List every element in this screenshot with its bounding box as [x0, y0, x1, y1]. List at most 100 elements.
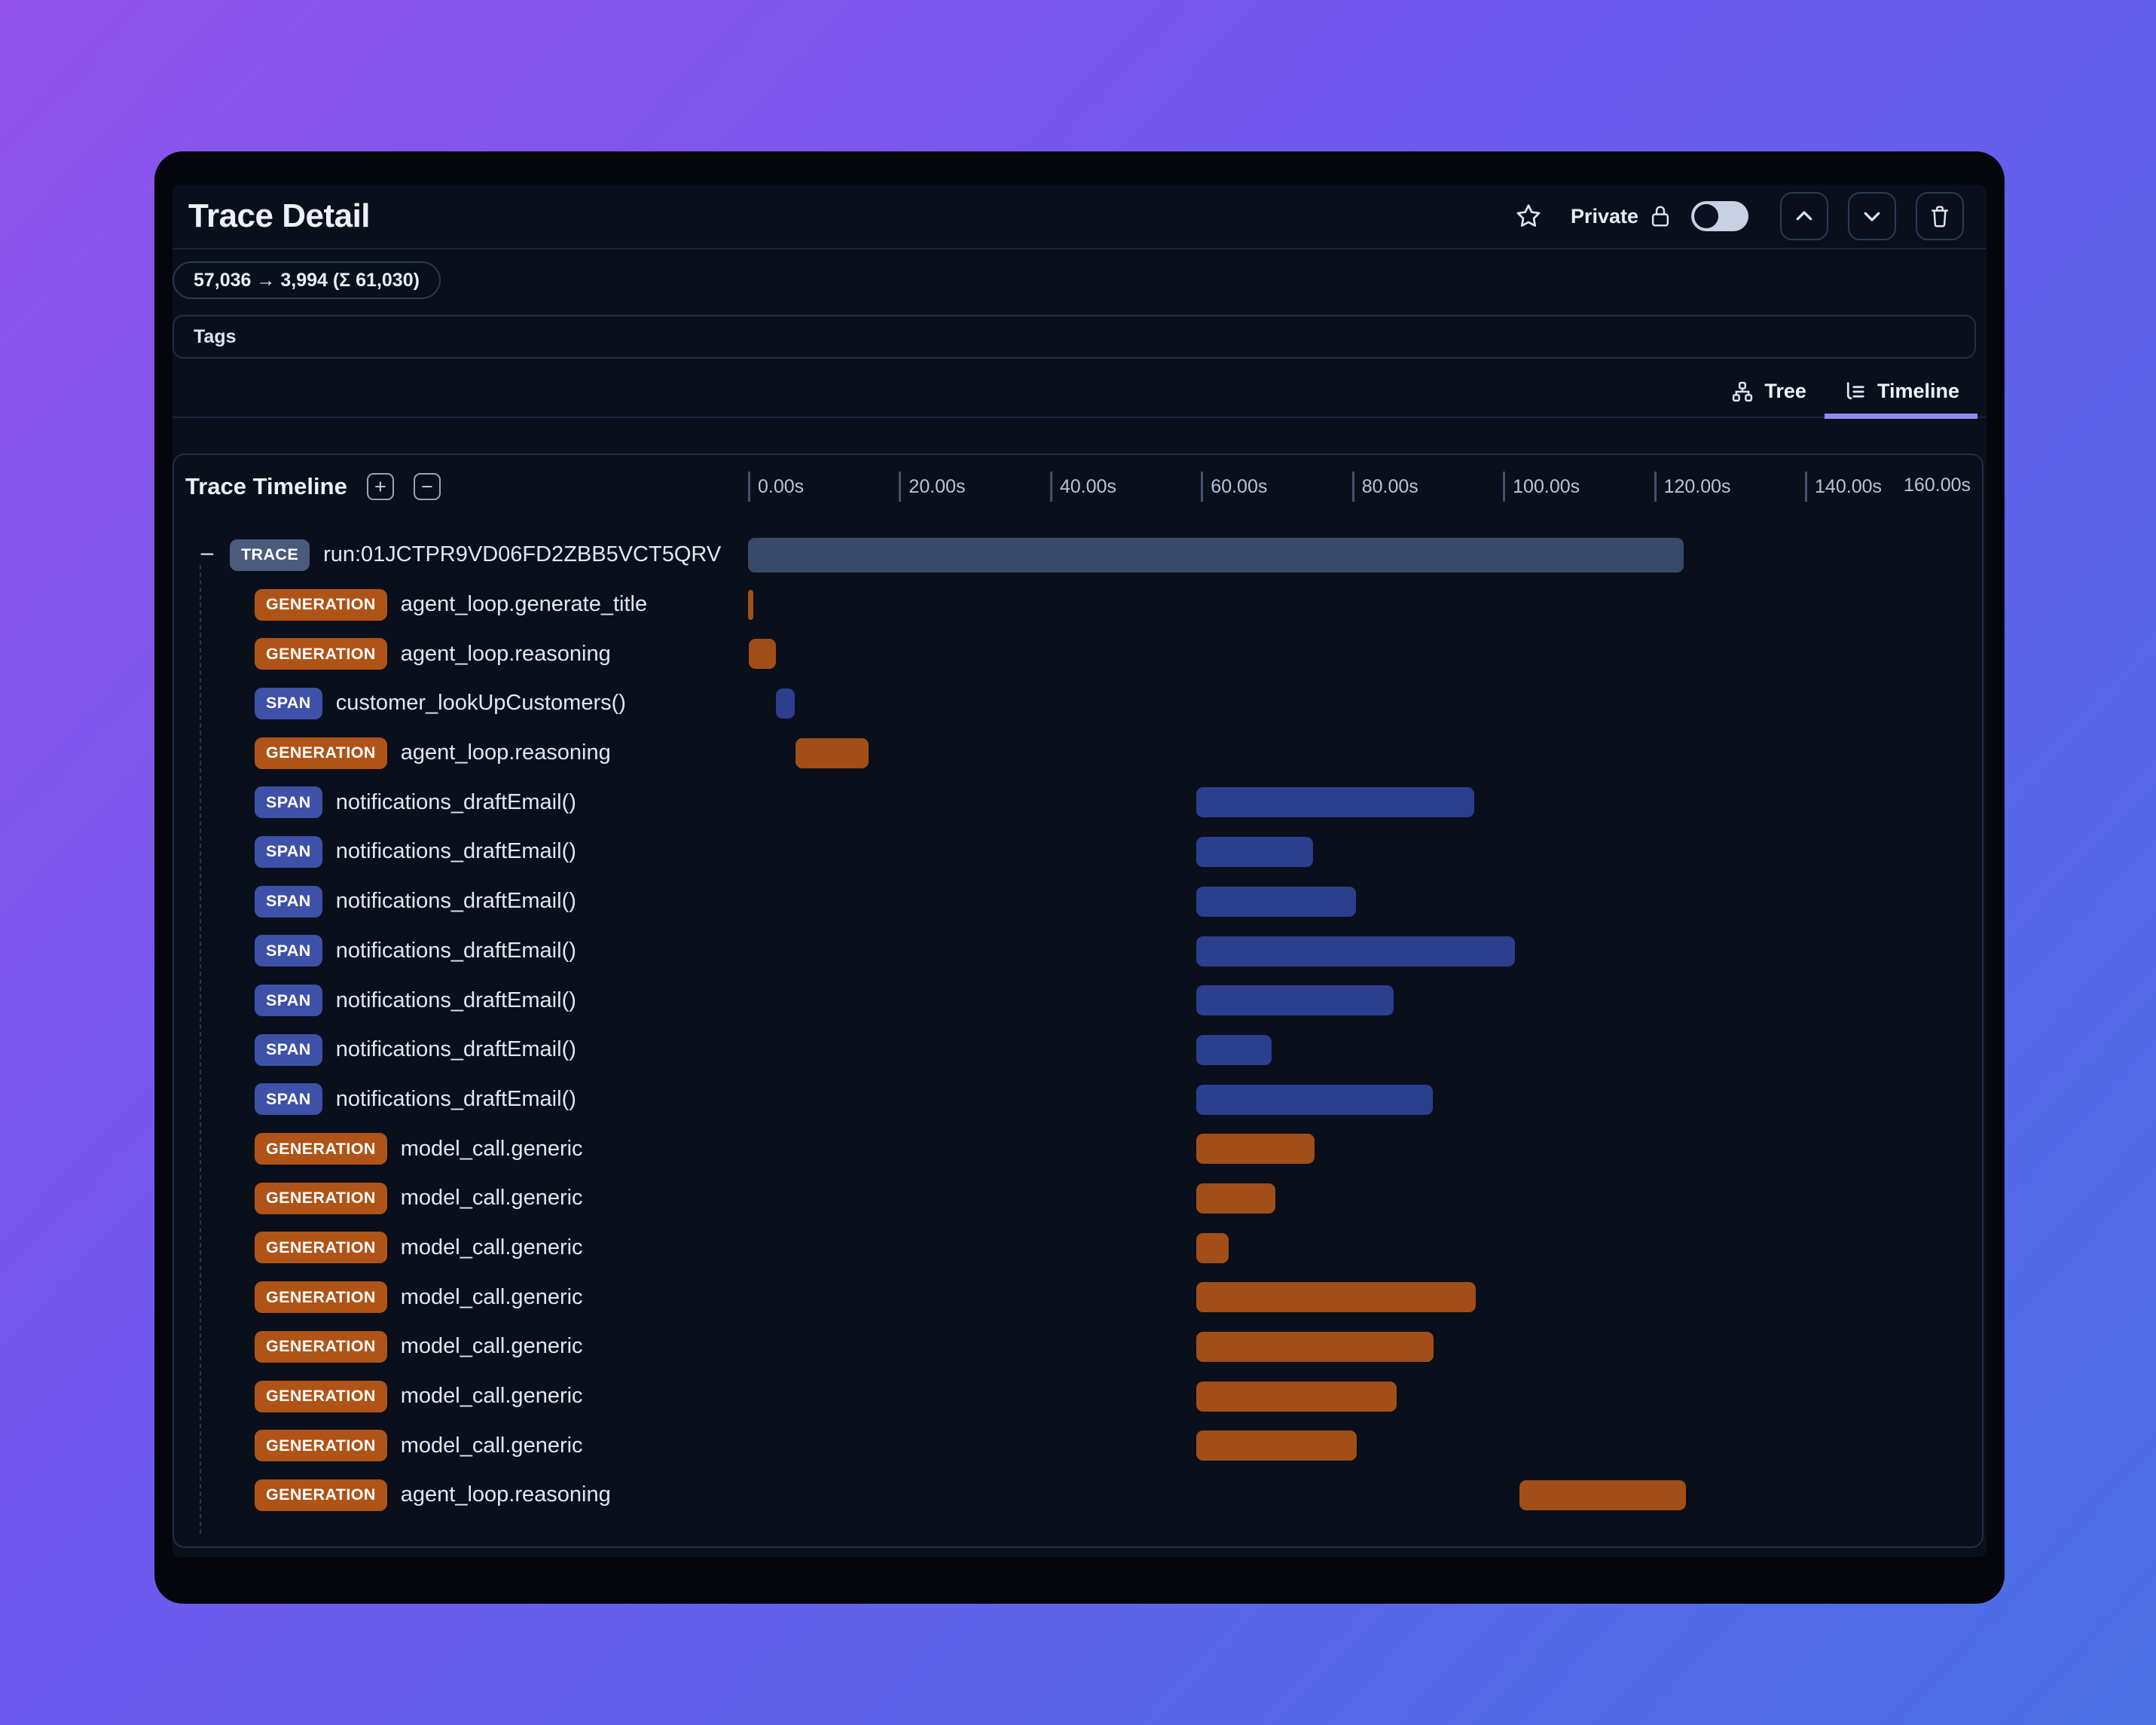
duration-bar[interactable] [748, 589, 753, 620]
collapse-all-button[interactable]: − [413, 473, 441, 500]
row-label: model_call.generic [400, 1334, 583, 1359]
timeline-row[interactable]: SPAN notifications_draftEmail() [174, 1025, 1982, 1075]
row-type-badge: GENERATION [255, 1133, 387, 1165]
duration-bar[interactable] [1196, 1134, 1315, 1165]
tab-timeline[interactable]: Timeline [1824, 380, 1977, 419]
duration-bar[interactable] [1196, 1381, 1397, 1412]
timeline-row[interactable]: GENERATION model_call.generic [174, 1272, 1982, 1322]
row-label: agent_loop.reasoning [400, 641, 611, 666]
row-label: agent_loop.reasoning [400, 740, 611, 765]
row-label: model_call.generic [400, 1186, 583, 1211]
privacy-label: Private [1570, 204, 1638, 227]
duration-bar[interactable] [1196, 1332, 1434, 1362]
row-label: model_call.generic [400, 1284, 583, 1309]
row-type-badge: TRACE [230, 539, 310, 571]
timeline-row[interactable]: − TRACE run:01JCTPR9VD06FD2ZBB5VCT5QRV [174, 530, 1982, 580]
axis-tick-mark [899, 472, 902, 502]
row-label: notifications_draftEmail() [335, 839, 576, 864]
timeline-row[interactable]: GENERATION model_call.generic [174, 1322, 1982, 1372]
axis-tick-mark [748, 472, 750, 502]
axis-tick-label: 80.00s [1361, 476, 1419, 497]
timeline-row[interactable]: GENERATION agent_loop.reasoning [174, 728, 1982, 778]
tab-label: Tree [1764, 380, 1806, 402]
timeline-title: Trace Timeline [185, 473, 347, 499]
expand-all-button[interactable]: + [366, 473, 394, 500]
row-label: notifications_draftEmail() [335, 1037, 576, 1062]
tags-field[interactable]: Tags [173, 315, 1976, 359]
axis-tick-mark [1503, 472, 1506, 502]
timeline-row[interactable]: SPAN notifications_draftEmail() [174, 975, 1982, 1025]
trash-icon [1931, 206, 1949, 227]
duration-bar[interactable] [1196, 787, 1475, 818]
duration-bar[interactable] [1519, 1480, 1686, 1511]
duration-bar[interactable] [1196, 837, 1313, 868]
duration-bar[interactable] [776, 688, 796, 719]
duration-bar[interactable] [796, 737, 869, 768]
axis-tick-label: 100.00s [1513, 476, 1580, 497]
collapse-toggle[interactable]: − [200, 540, 230, 569]
duration-bar[interactable] [1196, 936, 1516, 966]
row-type-badge: SPAN [255, 885, 322, 917]
timeline-row[interactable]: SPAN notifications_draftEmail() [174, 777, 1982, 827]
timeline-row[interactable]: SPAN notifications_draftEmail() [174, 877, 1982, 927]
timeline-row[interactable]: GENERATION model_call.generic [174, 1124, 1982, 1174]
token-usage-badge[interactable]: 57,036 → 3,994 (Σ 61,030) [173, 261, 441, 299]
row-label: customer_lookUpCustomers() [335, 691, 626, 716]
row-type-badge: GENERATION [255, 1281, 387, 1314]
lock-icon [1649, 204, 1672, 228]
duration-bar[interactable] [1196, 1183, 1275, 1214]
axis-tick-label: 0.00s [758, 476, 805, 497]
next-trace-button[interactable] [1848, 192, 1896, 240]
header-bar: Trace Detail Private [173, 185, 1987, 249]
row-type-badge: GENERATION [255, 1380, 387, 1412]
delete-trace-button[interactable] [1916, 192, 1964, 240]
tab-tree[interactable]: Tree [1713, 380, 1825, 417]
timeline-row[interactable]: GENERATION model_call.generic [174, 1223, 1982, 1273]
axis-tick-label: 140.00s [1815, 476, 1882, 497]
timeline-row[interactable]: SPAN notifications_draftEmail() [174, 1075, 1982, 1125]
timeline-icon [1846, 381, 1864, 399]
timeline-row[interactable]: SPAN notifications_draftEmail() [174, 827, 1982, 877]
duration-bar[interactable] [1196, 1034, 1272, 1065]
duration-bar[interactable] [1196, 886, 1356, 917]
duration-bar[interactable] [1196, 1084, 1433, 1115]
axis-tick-mark [1049, 472, 1052, 502]
row-type-badge: GENERATION [255, 1479, 387, 1511]
row-label: model_call.generic [400, 1433, 583, 1458]
row-type-badge: SPAN [255, 985, 322, 1017]
timeline-row[interactable]: GENERATION model_call.generic [174, 1421, 1982, 1470]
timeline-row[interactable]: GENERATION agent_loop.reasoning [174, 629, 1982, 679]
timeline-row[interactable]: SPAN customer_lookUpCustomers() [174, 679, 1982, 728]
view-switcher: Tree Timeline [173, 365, 1987, 419]
timeline-row[interactable]: SPAN notifications_draftEmail() [174, 927, 1982, 976]
duration-bar[interactable] [1196, 1430, 1357, 1461]
row-type-badge: SPAN [255, 835, 322, 868]
duration-bar[interactable] [1196, 1232, 1229, 1263]
axis-tick-label: 120.00s [1663, 476, 1731, 497]
duration-bar[interactable] [748, 538, 1684, 572]
window-content: Trace Detail Private 57,036 → 3,994 (Σ 6… [173, 185, 1987, 1557]
timeline-row[interactable]: GENERATION agent_loop.reasoning [174, 1470, 1982, 1520]
row-label: notifications_draftEmail() [335, 988, 576, 1012]
header-controls: Private [1515, 192, 1964, 240]
timeline-row[interactable]: GENERATION model_call.generic [174, 1174, 1982, 1223]
axis-tick-mark [1654, 472, 1657, 502]
timeline-row[interactable]: GENERATION model_call.generic [174, 1372, 1982, 1421]
row-label: model_call.generic [400, 1384, 583, 1409]
row-type-badge: GENERATION [255, 638, 387, 670]
trace-timeline-panel: Trace Timeline + − 0.00s 20.00s 40.00s 60.0… [173, 453, 1983, 1548]
row-label: agent_loop.reasoning [400, 1482, 611, 1507]
duration-bar[interactable] [1196, 985, 1394, 1016]
timeline-row[interactable]: GENERATION agent_loop.generate_title [174, 580, 1982, 630]
desktop-background: { "window": { "title": "Trace Detail" },… [0, 0, 2156, 1725]
row-type-badge: GENERATION [255, 1330, 387, 1363]
row-label: agent_loop.generate_title [400, 592, 648, 617]
duration-bar[interactable] [1196, 1282, 1477, 1313]
row-label: notifications_draftEmail() [335, 938, 576, 963]
star-bookmark-icon[interactable] [1515, 203, 1542, 230]
duration-bar[interactable] [749, 639, 777, 670]
previous-trace-button[interactable] [1780, 192, 1828, 240]
axis-tick-label: 160.00s [1904, 475, 1971, 496]
axis-tick-label: 60.00s [1211, 476, 1268, 497]
privacy-toggle[interactable] [1691, 201, 1748, 231]
